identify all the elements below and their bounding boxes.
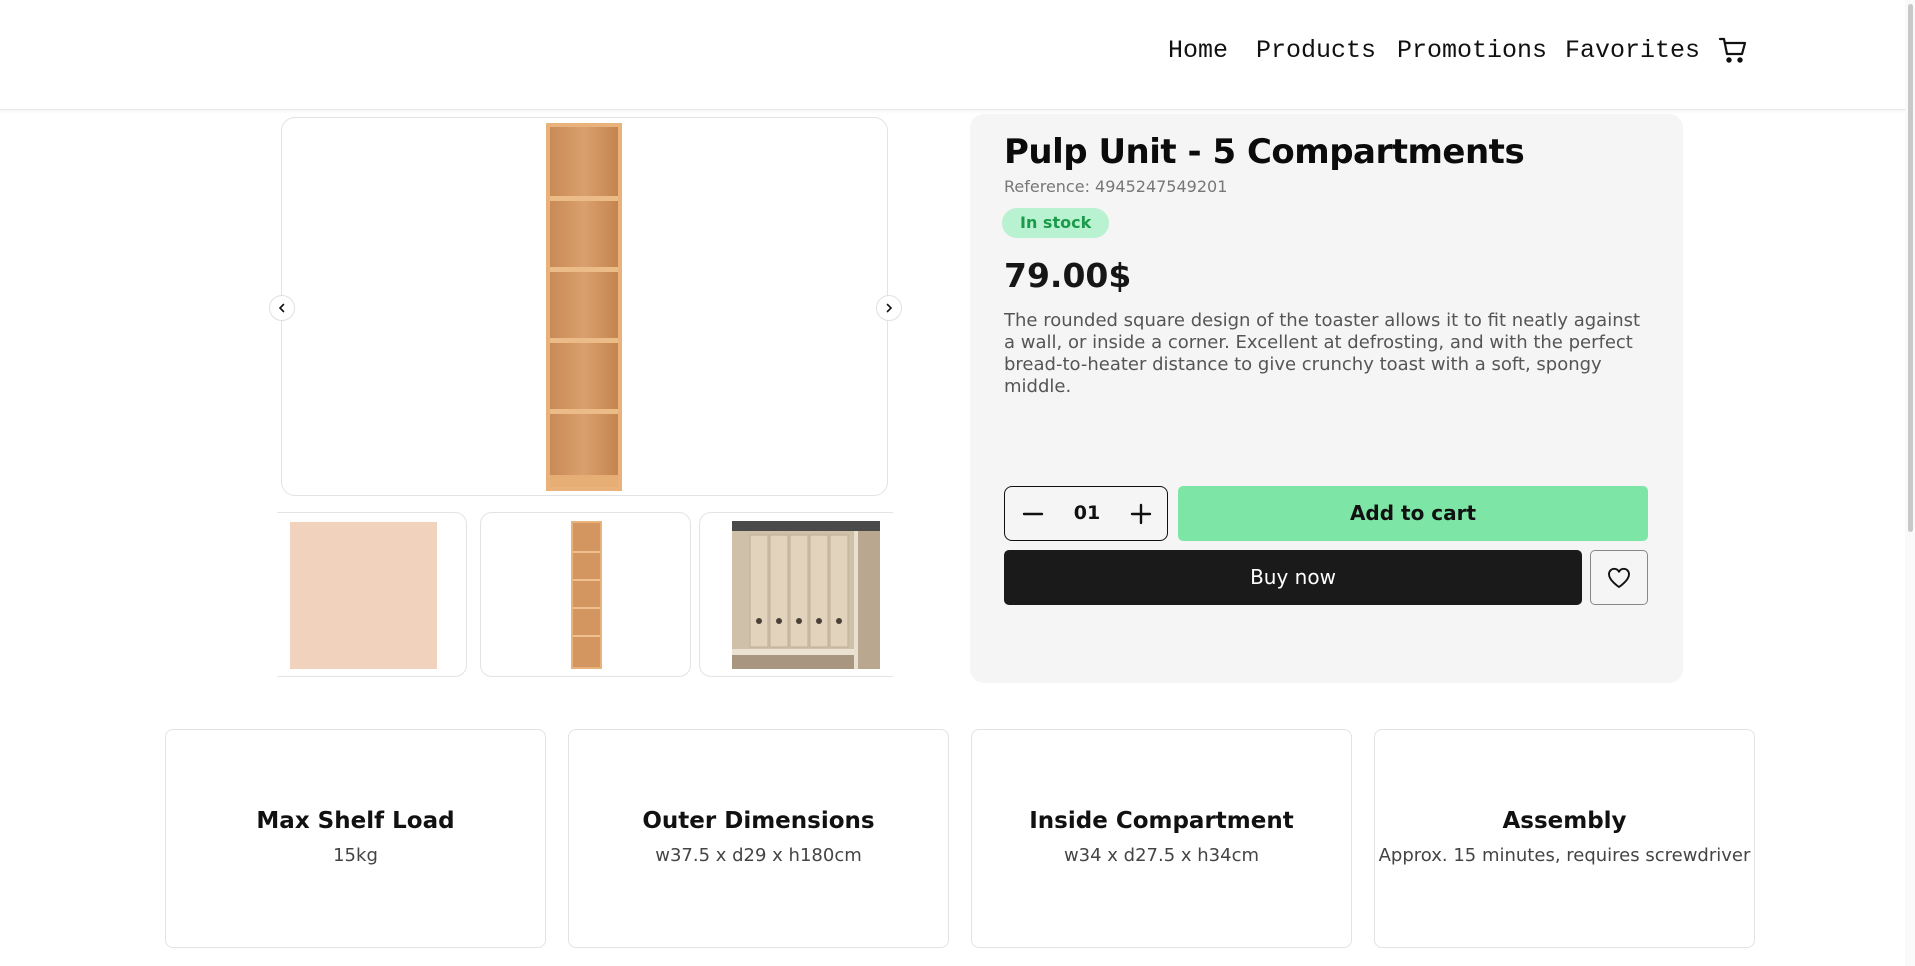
chevron-right-icon [886, 303, 893, 313]
add-to-favorites-button[interactable] [1590, 550, 1648, 605]
spec-value: Approx. 15 minutes, requires screwdriver [1378, 845, 1751, 866]
spec-title: Assembly [1502, 808, 1627, 834]
site-header: Home Products Promotions Favorites [0, 0, 1915, 110]
page-scrollbar-thumb[interactable] [1908, 4, 1913, 532]
bookshelf-image [546, 123, 622, 491]
quantity-stepper [1004, 486, 1168, 541]
quantity-increase-button[interactable] [1127, 500, 1155, 528]
quantity-decrease-button[interactable] [1019, 500, 1047, 528]
main-product-image [281, 117, 888, 496]
buy-now-button[interactable]: Buy now [1004, 550, 1582, 605]
quantity-input[interactable] [1061, 487, 1113, 540]
spec-value: w37.5 x d29 x h180cm [655, 845, 862, 866]
thumbnail-3[interactable] [699, 512, 893, 677]
heart-icon [1608, 567, 1630, 588]
bookshelf-thumb-image [571, 521, 602, 669]
spec-card-outer-dimensions: Outer Dimensions w37.5 x d29 x h180cm [568, 729, 949, 948]
spec-value: 15kg [333, 845, 378, 866]
product-info-panel: Pulp Unit - 5 Compartments Reference: 49… [970, 114, 1683, 683]
file-organizer-image [732, 521, 880, 669]
stock-badge: In stock [1002, 208, 1110, 238]
spec-title: Max Shelf Load [256, 808, 455, 834]
product-reference: Reference: 4945247549201 [1004, 177, 1228, 196]
spec-card-assembly: Assembly Approx. 15 minutes, requires sc… [1374, 729, 1755, 948]
product-description: The rounded square design of the toaster… [1004, 310, 1641, 397]
minus-icon [1022, 512, 1044, 516]
nav-products-link[interactable]: Products [1256, 36, 1376, 65]
spec-title: Inside Compartment [1029, 808, 1294, 834]
plus-icon [1130, 503, 1152, 525]
gallery-next-button[interactable] [876, 295, 902, 321]
thumbnail-1[interactable] [277, 512, 467, 677]
thumbnail-strip[interactable] [277, 510, 893, 680]
thumbnail-2[interactable] [480, 512, 691, 677]
nav-favorites-link[interactable]: Favorites [1565, 36, 1700, 65]
spec-card-inside-compartment: Inside Compartment w34 x d27.5 x h34cm [971, 729, 1352, 948]
cart-icon[interactable] [1718, 35, 1748, 65]
main-nav: Home Products Promotions Favorites [0, 0, 1915, 104]
nav-promotions-link[interactable]: Promotions [1397, 36, 1547, 65]
nav-home-link[interactable]: Home [1168, 36, 1228, 65]
wood-panel-image [290, 522, 437, 669]
spec-title: Outer Dimensions [642, 808, 875, 834]
product-title: Pulp Unit - 5 Compartments [1004, 132, 1525, 172]
spec-value: w34 x d27.5 x h34cm [1063, 845, 1260, 866]
spec-card-max-shelf-load: Max Shelf Load 15kg [165, 729, 546, 948]
gallery-prev-button[interactable] [269, 295, 295, 321]
chevron-left-icon [278, 303, 285, 313]
product-price: 79.00$ [1004, 256, 1132, 295]
add-to-cart-button[interactable]: Add to cart [1178, 486, 1648, 541]
